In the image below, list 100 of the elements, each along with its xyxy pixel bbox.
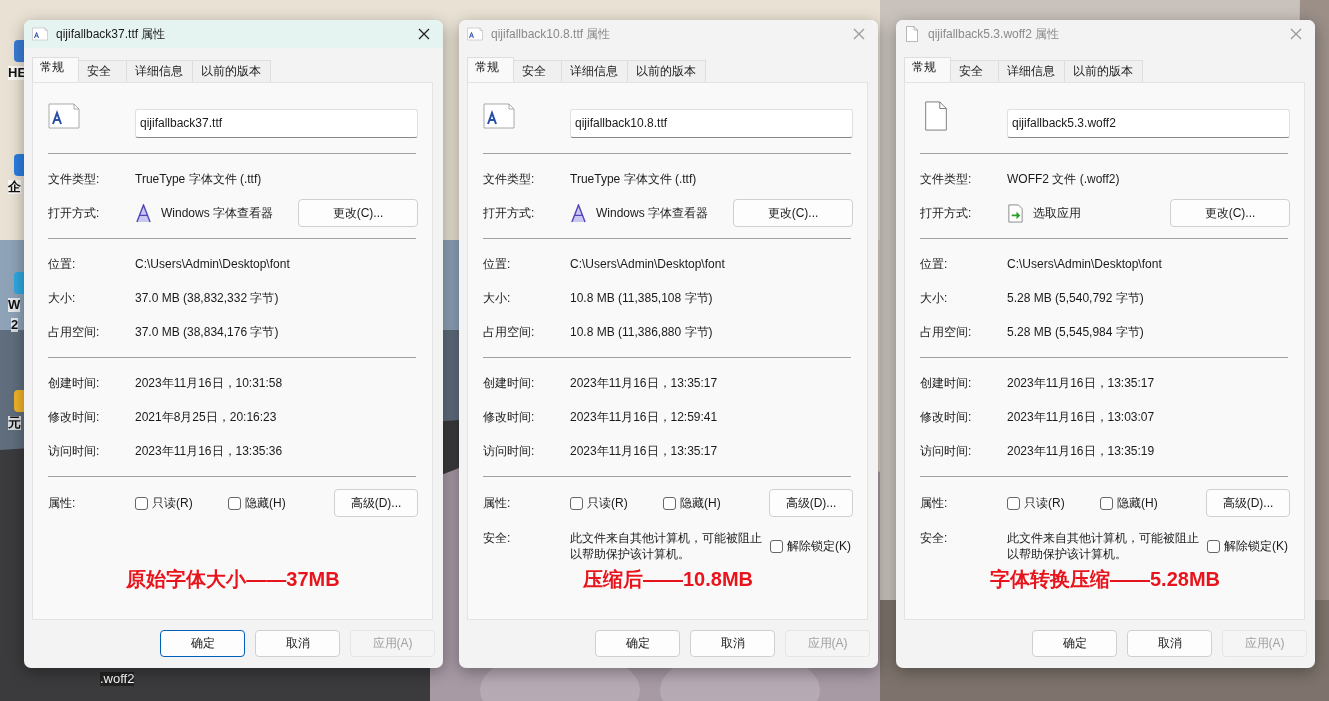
field-label: 创建时间: (483, 374, 536, 392)
desktop-icon-label[interactable]: 企 (8, 180, 21, 194)
desktop-icon-label[interactable]: 2 (11, 318, 19, 332)
annotation: 字体转换压缩——5.28MB (990, 567, 1220, 592)
field-label: 位置: (483, 255, 512, 273)
field-label: 修改时间: (483, 408, 536, 426)
font-viewer-icon (135, 203, 152, 223)
field-label: 打开方式: (920, 204, 973, 222)
app-icon[interactable] (14, 154, 24, 176)
window-title: qijifallback10.8.ttf 属性 (491, 25, 612, 43)
field-value: 2023年11月16日，13:35:17 (1007, 374, 1156, 392)
field-value: 5.28 MB (5,545,984 字节) (1007, 323, 1145, 341)
tab[interactable]: 常规 (32, 57, 79, 82)
tab[interactable]: 以前的版本 (1064, 60, 1143, 82)
field-label: 占用空间: (920, 323, 973, 341)
desktop-icon-label[interactable]: .woff2 (100, 672, 135, 686)
field-label: 占用空间: (48, 323, 101, 341)
dialog-button[interactable]: 确定 (595, 630, 680, 657)
checkbox[interactable] (135, 496, 148, 510)
annotation: 压缩后——10.8MB (583, 567, 753, 592)
annotation: 原始字体大小——37MB (126, 567, 340, 592)
field-value: 2023年11月16日，13:35:36 (135, 442, 284, 460)
checkbox[interactable] (1007, 496, 1020, 510)
field-value: 2023年11月16日，13:35:17 (570, 442, 719, 460)
change-button[interactable]: 更改(C)... (298, 199, 418, 227)
field-value: TrueType 字体文件 (.ttf) (570, 170, 698, 188)
field-label: 占用空间: (483, 323, 536, 341)
field-label: 位置: (920, 255, 949, 273)
checkbox[interactable] (1100, 496, 1113, 510)
field-label: 安全: (920, 530, 949, 546)
field-value: C:\Users\Admin\Desktop\font (135, 257, 291, 271)
font-viewer-icon (570, 203, 587, 223)
field-label: 打开方式: (483, 204, 536, 222)
dialog-button[interactable]: 取消 (690, 630, 775, 657)
checkbox[interactable] (228, 496, 241, 510)
tab[interactable]: 常规 (904, 57, 951, 82)
checkbox-label: 隐藏(H) (245, 494, 286, 512)
tab[interactable]: 以前的版本 (627, 60, 706, 82)
dialog-button[interactable]: 取消 (1127, 630, 1212, 657)
checkbox-label: 只读(R) (1024, 494, 1065, 512)
field-label: 位置: (48, 255, 77, 273)
field-value: 37.0 MB (38,834,176 字节) (135, 323, 280, 341)
field-label: 属性: (483, 494, 512, 512)
file-icon (904, 26, 920, 42)
desktop-icon-label[interactable]: 元 (8, 416, 21, 430)
file-name-field[interactable]: qijifallback10.8.ttf (570, 108, 853, 138)
checkbox-label: 隐藏(H) (1117, 494, 1158, 512)
app-icon[interactable] (14, 40, 24, 62)
desktop-icon-label[interactable]: W (8, 298, 21, 312)
tab[interactable]: 以前的版本 (192, 60, 271, 82)
field-value: 2023年11月16日，13:03:07 (1007, 408, 1156, 426)
field-label: 修改时间: (920, 408, 973, 426)
field-label: 属性: (48, 494, 77, 512)
field-value: 2023年11月16日，13:35:17 (570, 374, 719, 392)
file-name-field[interactable]: qijifallback37.ttf (135, 108, 418, 138)
field-value: 5.28 MB (5,540,792 字节) (1007, 289, 1145, 307)
font-file-icon (483, 101, 515, 131)
font-file-icon (32, 26, 48, 42)
field-label: 修改时间: (48, 408, 101, 426)
file-arrow-icon (1007, 203, 1024, 223)
field-label: 大小: (483, 289, 512, 307)
file-name-field[interactable]: qijifallback5.3.woff2 (1007, 108, 1290, 138)
field-value: WOFF2 文件 (.woff2) (1007, 170, 1121, 188)
field-value: 37.0 MB (38,832,332 字节) (135, 289, 280, 307)
field-value: 选取应用 (1033, 204, 1082, 222)
checkbox-label: 只读(R) (587, 494, 628, 512)
close-icon[interactable] (417, 27, 431, 41)
field-value: Windows 字体查看器 (596, 204, 709, 222)
font-file-icon (48, 101, 80, 131)
change-button[interactable]: 更改(C)... (1170, 199, 1290, 227)
checkbox[interactable] (1207, 540, 1220, 553)
checkbox[interactable] (570, 496, 583, 510)
advanced-button[interactable]: 高级(D)... (334, 489, 418, 517)
dialog-button[interactable]: 确定 (1032, 630, 1117, 657)
field-label: 安全: (483, 530, 512, 546)
field-label: 访问时间: (48, 442, 101, 460)
security-note: 此文件来自其他计算机，可能被阻止以帮助保护该计算机。 (1007, 530, 1200, 562)
change-button[interactable]: 更改(C)... (733, 199, 853, 227)
checkbox[interactable] (663, 496, 676, 510)
window-title: qijifallback37.ttf 属性 (56, 25, 167, 43)
field-label: 属性: (920, 494, 949, 512)
advanced-button[interactable]: 高级(D)... (769, 489, 853, 517)
field-label: 创建时间: (920, 374, 973, 392)
dialog-button[interactable]: 取消 (255, 630, 340, 657)
field-value: C:\Users\Admin\Desktop\font (1007, 257, 1163, 271)
dialog-button[interactable]: 确定 (160, 630, 245, 657)
field-value: Windows 字体查看器 (161, 204, 274, 222)
field-value: 2021年8月25日，20:16:23 (135, 408, 278, 426)
field-label: 大小: (920, 289, 949, 307)
checkbox[interactable] (770, 540, 783, 553)
field-value: 10.8 MB (11,386,880 字节) (570, 323, 714, 341)
field-label: 打开方式: (48, 204, 101, 222)
field-label: 文件类型: (920, 170, 973, 188)
checkbox-label: 解除锁定(K) (787, 538, 851, 555)
window-title: qijifallback5.3.woff2 属性 (928, 25, 1061, 43)
tab[interactable]: 常规 (467, 57, 514, 82)
checkbox-label: 隐藏(H) (680, 494, 721, 512)
field-label: 文件类型: (48, 170, 101, 188)
field-value: 2023年11月16日，12:59:41 (570, 408, 719, 426)
advanced-button[interactable]: 高级(D)... (1206, 489, 1290, 517)
